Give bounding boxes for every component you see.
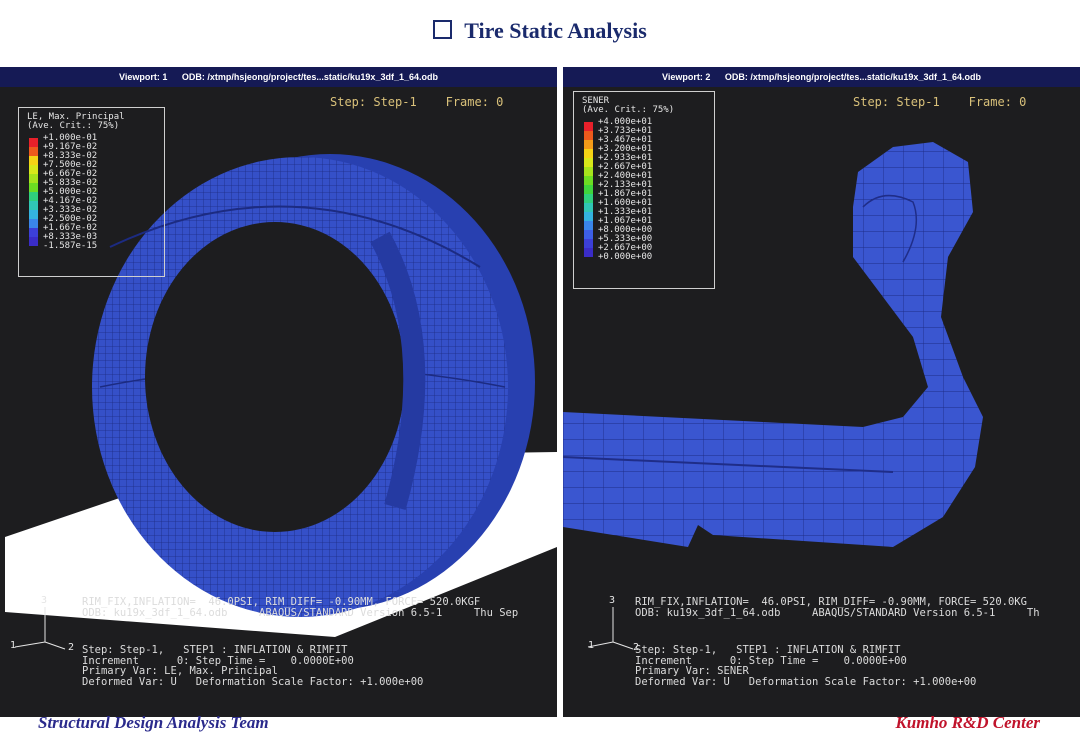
viewport-2[interactable]: Viewport: 2 ODB: /xtmp/hsjeong/project/t… [563,67,1080,717]
axis-2-label: 2 [633,642,640,653]
legend-swatch [29,174,38,183]
viewport-1-header: Viewport: 1 ODB: /xtmp/hsjeong/project/t… [0,67,557,87]
legend-swatch [584,212,593,221]
legend-swatch [584,158,593,167]
run-info-line: RIM_FIX,INFLATION= 46.0PSI, RIM_DIFF= -0… [635,596,1027,608]
step-status-block: Step: Step-1, STEP1 : INFLATION & RIMFIT… [82,644,424,688]
legend-swatch [584,248,593,257]
slide-title-text: Tire Static Analysis [464,18,647,43]
legend-value: -1.587e-15 [43,241,98,251]
step-frame-label: Step: Step-1 Frame: 0 [330,95,504,109]
legend-swatch [584,185,593,194]
contour-legend[interactable]: SENER (Ave. Crit.: 75%) +4.000e+01 +3.733… [573,91,715,289]
legend-swatch [584,221,593,230]
step-status-block: Step: Step-1, STEP1 : INFLATION & RIMFIT… [635,644,977,688]
legend-swatch [29,201,38,210]
odb-version-line: ODB: ku19x_3df_1_64.odb ABAQUS/STANDARD … [82,607,519,619]
legend-swatch [29,156,38,165]
legend-swatch [29,183,38,192]
viewport-2-header: Viewport: 2 ODB: /xtmp/hsjeong/project/t… [563,67,1080,87]
axis-2-label: 2 [68,642,75,653]
viewport-2-odb-path: ODB: /xtmp/hsjeong/project/tes...static/… [724,72,981,82]
legend-title: SENER (Ave. Crit.: 75%) [582,96,675,115]
viewport-1[interactable]: Viewport: 1 ODB: /xtmp/hsjeong/project/t… [0,67,557,717]
checkbox-bullet-icon [433,20,453,39]
legend-value: +0.000e+00 [598,252,653,262]
viewport-2-label: Viewport: 2 [662,72,711,82]
legend-swatch [584,140,593,149]
footer-team-name: Structural Design Analysis Team [38,713,269,732]
axis-1-label: 1 [588,640,595,651]
legend-swatch [584,149,593,158]
axis-triad-icon [14,607,66,650]
legend-title: LE, Max. Principal (Ave. Crit.: 75%) [27,112,125,131]
odb-version-line: ODB: ku19x_3df_1_64.odb ABAQUS/STANDARD … [635,607,1040,619]
legend-swatch [584,131,593,140]
legend-swatch [584,167,593,176]
run-info-line: RIM_FIX,INFLATION= 46.0PSI, RIM_DIFF= -0… [82,596,481,608]
axis-triad-icon [587,607,634,650]
legend-swatch [29,138,38,147]
legend-swatch [29,165,38,174]
legend-swatch [584,122,593,131]
contour-legend[interactable]: LE, Max. Principal (Ave. Crit.: 75%) +1.… [18,107,165,277]
legend-swatch [29,147,38,156]
viewport-1-odb-path: ODB: /xtmp/hsjeong/project/tes...static/… [181,72,438,82]
legend-swatch [584,230,593,239]
axis-1-label: 1 [10,640,17,651]
legend-swatch [584,203,593,212]
legend-swatch [29,219,38,228]
axis-3-label: 3 [609,595,616,606]
footer-center-name: Kumho R&D Center [895,713,1040,732]
slide-title: Tire Static Analysis [0,18,1080,44]
legend-swatch [29,192,38,201]
axis-3-label: 3 [41,595,48,606]
viewport-1-label: Viewport: 1 [119,72,168,82]
legend-swatch [29,237,38,246]
legend-swatch [29,228,38,237]
legend-swatch [584,239,593,248]
legend-swatch [584,194,593,203]
legend-swatch [584,176,593,185]
step-frame-label: Step: Step-1 Frame: 0 [853,95,1027,109]
legend-swatch [29,210,38,219]
